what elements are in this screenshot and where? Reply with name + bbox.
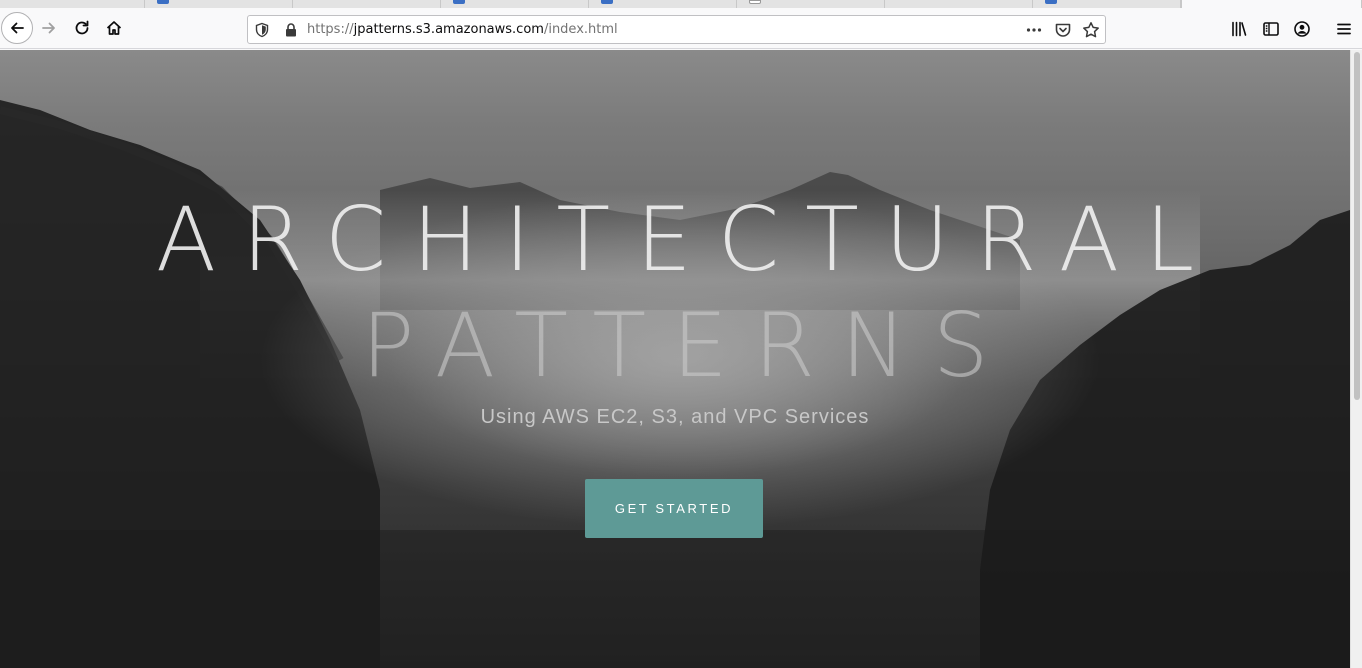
reload-button[interactable] bbox=[66, 12, 98, 44]
scrollbar-thumb[interactable] bbox=[1354, 52, 1360, 400]
tab-favicon-icon bbox=[749, 0, 761, 4]
browser-tab[interactable] bbox=[441, 0, 589, 8]
shield-icon[interactable] bbox=[254, 22, 270, 38]
star-icon bbox=[1083, 22, 1099, 38]
back-button[interactable] bbox=[1, 12, 33, 44]
url-path: /index.html bbox=[543, 22, 618, 37]
browser-tab[interactable] bbox=[737, 0, 885, 8]
browser-tab[interactable] bbox=[0, 0, 145, 8]
hamburger-menu-icon bbox=[1337, 23, 1351, 35]
browser-tab[interactable] bbox=[885, 0, 1033, 8]
page-scrollbar[interactable] bbox=[1350, 50, 1362, 668]
account-icon bbox=[1294, 21, 1310, 37]
home-icon bbox=[106, 21, 122, 35]
address-bar[interactable]: https://jpatterns.s3.amazonaws.com/index… bbox=[247, 15, 1106, 44]
forward-button[interactable] bbox=[33, 12, 65, 44]
lock-icon[interactable] bbox=[283, 22, 299, 38]
browser-tab[interactable] bbox=[293, 0, 441, 8]
page-viewport: ARCHITECTURAL PATTERNS Using AWS EC2, S3… bbox=[0, 50, 1350, 668]
library-button[interactable] bbox=[1230, 20, 1248, 38]
browser-tab[interactable] bbox=[145, 0, 293, 8]
page-actions-button[interactable] bbox=[1025, 21, 1043, 39]
browser-tab[interactable] bbox=[589, 0, 737, 8]
tab-strip bbox=[0, 0, 1362, 8]
account-button[interactable] bbox=[1293, 20, 1311, 38]
bookmark-star-button[interactable] bbox=[1082, 21, 1100, 39]
back-arrow-icon bbox=[11, 22, 24, 34]
forward-arrow-icon bbox=[42, 22, 55, 34]
hero-subtitle: Using AWS EC2, S3, and VPC Services bbox=[480, 406, 870, 428]
sidebar-button[interactable] bbox=[1262, 20, 1280, 38]
tab-favicon-icon bbox=[601, 0, 613, 4]
hero-title-line-1: ARCHITECTURAL bbox=[155, 188, 1221, 291]
sidebar-icon bbox=[1263, 22, 1279, 36]
tab-favicon-icon bbox=[453, 0, 465, 4]
browser-tab-active[interactable] bbox=[1181, 0, 1362, 8]
url-protocol: https:// bbox=[307, 22, 354, 37]
url-text[interactable]: https://jpatterns.s3.amazonaws.com/index… bbox=[307, 22, 618, 37]
tab-favicon-icon bbox=[157, 0, 169, 4]
hero-title-line-2: PATTERNS bbox=[361, 294, 1015, 397]
url-host: jpatterns.s3.amazonaws.com bbox=[353, 22, 544, 37]
menu-button[interactable] bbox=[1335, 20, 1353, 38]
home-button[interactable] bbox=[98, 12, 130, 44]
get-started-button[interactable]: GET STARTED bbox=[585, 479, 763, 538]
tab-favicon-icon bbox=[1045, 0, 1057, 4]
pocket-icon bbox=[1055, 23, 1071, 37]
library-icon bbox=[1232, 21, 1247, 37]
pocket-button[interactable] bbox=[1054, 21, 1072, 39]
browser-tab[interactable] bbox=[1033, 0, 1181, 8]
navigation-toolbar: https://jpatterns.s3.amazonaws.com/index… bbox=[0, 8, 1362, 49]
ellipsis-icon bbox=[1026, 28, 1042, 32]
reload-icon bbox=[75, 20, 89, 35]
